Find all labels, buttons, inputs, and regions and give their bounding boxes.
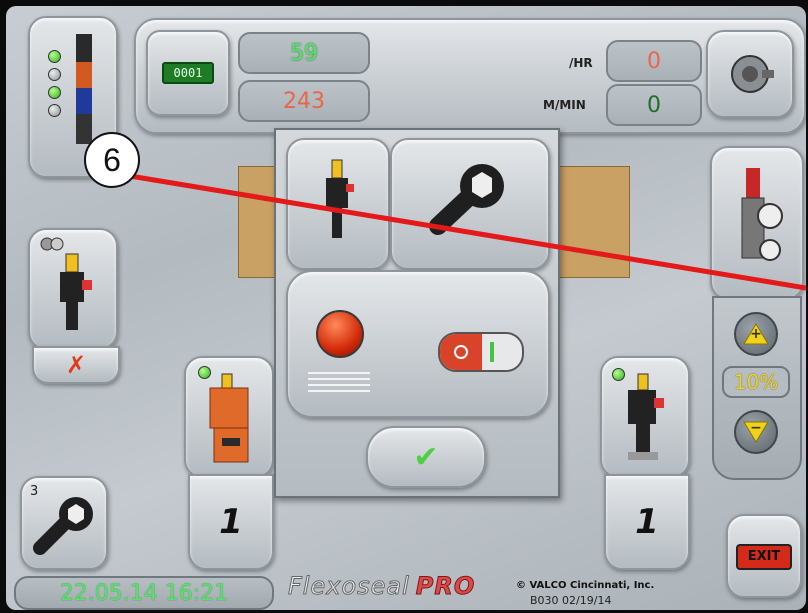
- callout-marker: 6: [84, 132, 140, 188]
- callout-number: 6: [103, 141, 121, 178]
- hmi-screen: 0001 59 243 /HR 0 M/MIN 0 ✗ 3 1 1 + 10% …: [6, 6, 806, 610]
- callout-line: [129, 173, 806, 291]
